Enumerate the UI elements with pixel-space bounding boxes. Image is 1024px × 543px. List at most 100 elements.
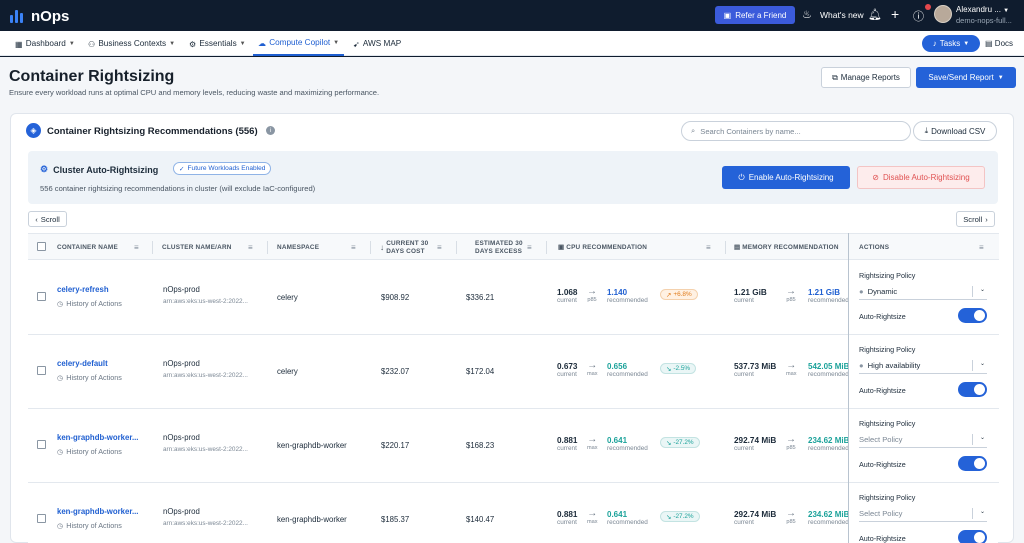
gift-icon: ▣ (723, 10, 732, 20)
column-menu-icon[interactable]: ≡ (248, 234, 253, 261)
container-name-link[interactable]: ken-graphdb-worker... (57, 433, 138, 442)
column-divider[interactable] (546, 241, 547, 254)
avatar[interactable] (934, 5, 952, 23)
memory-statistic: p85 (786, 445, 796, 451)
auto-rightsize-toggle[interactable] (958, 530, 987, 543)
whats-new-link[interactable]: What's new (820, 10, 864, 20)
cpu-recommended-label: recommended (607, 297, 648, 304)
flame-icon[interactable]: ♨ (802, 8, 812, 21)
chevron-down-icon: ⌄ (979, 509, 985, 515)
rightsizing-policy-select[interactable]: Select Policy ⌄ (859, 431, 987, 448)
user-name: Alexandru ... (956, 5, 1001, 14)
rightsizing-policy-label: Rightsizing Policy (859, 493, 916, 502)
row-checkbox[interactable] (37, 366, 46, 375)
column-divider[interactable] (152, 241, 153, 254)
column-divider[interactable] (725, 241, 726, 254)
column-menu-icon[interactable]: ≡ (351, 234, 356, 261)
history-of-actions-link[interactable]: ◷ History of Actions (57, 521, 138, 530)
nops-logo[interactable]: nOps (10, 8, 69, 25)
memory-current-label: current (734, 371, 754, 378)
column-menu-icon[interactable]: ≡ (527, 234, 532, 261)
header-cluster[interactable]: CLUSTER NAME/ARN (162, 234, 232, 261)
row-checkbox[interactable] (37, 514, 46, 523)
refer-friend-button[interactable]: ▣ Refer a Friend (715, 6, 795, 24)
namespace: celery (277, 293, 298, 302)
history-of-actions-link[interactable]: ◷ History of Actions (57, 447, 138, 456)
auto-rightsize-toggle[interactable] (958, 308, 987, 323)
nav-aws-map-label: AWS MAP (362, 39, 402, 48)
nav-aws-map[interactable]: ➹ AWS MAP (353, 31, 401, 56)
nav-compute-copilot[interactable]: ☁ Compute Copilot ▼ (253, 31, 345, 56)
header-current-cost[interactable]: ↓ CURRENT 30 DAYS COST (380, 234, 428, 261)
column-menu-icon[interactable]: ≡ (706, 234, 711, 261)
refer-friend-label: Refer a Friend (735, 10, 787, 20)
docs-link[interactable]: ▤ Docs (985, 39, 1013, 48)
cpu-current-value: 1.068 (557, 288, 578, 297)
header-memory[interactable]: ▤ MEMORY RECOMMENDATION (734, 234, 839, 261)
row-checkbox[interactable] (37, 440, 46, 449)
select-all-checkbox[interactable] (37, 242, 46, 251)
bell-icon[interactable]: 🔔︎ (868, 8, 882, 21)
clock-icon: ◷ (57, 373, 64, 382)
auto-rightsize-toggle[interactable] (958, 382, 987, 397)
arrow-right-icon: → (587, 286, 597, 297)
actions-cell: Rightsizing Policy ● High availability ⌄… (849, 335, 999, 409)
column-menu-icon[interactable]: ≡ (979, 234, 984, 261)
auto-rightsize-toggle[interactable] (958, 456, 987, 471)
arrow-right-icon: → (587, 508, 598, 519)
gear-icon: ⚙ (40, 164, 49, 174)
memory-recommended-label: recommended (808, 445, 849, 452)
history-of-actions-link[interactable]: ◷ History of Actions (57, 299, 122, 308)
column-divider[interactable] (370, 241, 371, 254)
cpu-current-label: current (557, 297, 577, 304)
chevron-left-icon: ‹ (35, 214, 38, 224)
scroll-right-button[interactable]: Scroll › (956, 211, 995, 227)
future-badge-label: Future Workloads Enabled (187, 165, 266, 172)
tasks-button[interactable]: ♪ Tasks ▼ (922, 35, 980, 52)
cluster-name: nOps-prod (163, 285, 200, 294)
save-send-report-button[interactable]: Save/Send Report ▼ (916, 67, 1016, 88)
plus-icon[interactable]: + (891, 6, 899, 22)
nav-essentials[interactable]: ⚙ Essentials ▼ (189, 31, 246, 56)
header-container-name[interactable]: CONTAINER NAME (57, 234, 118, 261)
rightsizing-policy-label: Rightsizing Policy (859, 419, 916, 428)
enable-auto-rightsizing-button[interactable]: ⏻ Enable Auto-Rightsizing (722, 166, 850, 189)
column-divider[interactable] (456, 241, 457, 254)
info-icon[interactable]: i (266, 126, 275, 135)
column-menu-icon[interactable]: ≡ (134, 234, 139, 261)
manage-reports-button[interactable]: ⧉ Manage Reports (821, 67, 911, 88)
container-name-link[interactable]: celery-refresh (57, 285, 122, 294)
nav-business-contexts[interactable]: ⚇ Business Contexts ▼ (88, 31, 175, 56)
disable-auto-rightsizing-button[interactable]: ⊘ Disable Auto-Rightsizing (857, 166, 985, 189)
trend-down-icon: ↘ (666, 365, 672, 373)
search-input[interactable]: ⌕ Search Containers by name... (681, 121, 911, 141)
cpu-recommended-label: recommended (607, 371, 648, 378)
power-icon: ⏻ (738, 172, 745, 182)
header-estimated-excess[interactable]: ESTIMATED 30 DAYS EXCESS (475, 234, 523, 261)
current-cost: $232.07 (381, 367, 410, 376)
check-circle-icon: ✓ (179, 165, 185, 173)
header-cpu[interactable]: ▣ CPU RECOMMENDATION (558, 234, 647, 261)
download-csv-button[interactable]: ⤓ Download CSV (913, 121, 997, 141)
current-cost: $220.17 (381, 441, 410, 450)
namespace: ken-graphdb-worker (277, 515, 347, 524)
header-actions: ACTIONS (859, 243, 890, 251)
info-icon[interactable]: ⓘ (913, 8, 924, 24)
docs-label: Docs (994, 39, 1014, 48)
rightsizing-policy-select[interactable]: ● High availability ⌄ (859, 357, 987, 374)
history-of-actions-link[interactable]: ◷ History of Actions (57, 373, 122, 382)
search-icon: ⌕ (691, 126, 696, 135)
header-namespace[interactable]: NAMESPACE (277, 234, 319, 261)
history-label: History of Actions (66, 521, 122, 530)
container-name-link[interactable]: ken-graphdb-worker... (57, 507, 138, 516)
rightsizing-policy-select[interactable]: Select Policy ⌄ (859, 505, 987, 522)
user-menu[interactable]: Alexandru ... ▼ demo-nops-full... (956, 5, 1012, 26)
column-menu-icon[interactable]: ≡ (437, 234, 442, 261)
scroll-left-button[interactable]: ‹ Scroll (28, 211, 67, 227)
row-checkbox[interactable] (37, 292, 46, 301)
container-name-link[interactable]: celery-default (57, 359, 122, 368)
cpu-current-value: 0.881 (557, 436, 578, 445)
column-divider[interactable] (267, 241, 268, 254)
nav-dashboard[interactable]: ▦ Dashboard ▼ (15, 31, 75, 56)
rightsizing-policy-select[interactable]: ● Dynamic ⌄ (859, 283, 987, 300)
